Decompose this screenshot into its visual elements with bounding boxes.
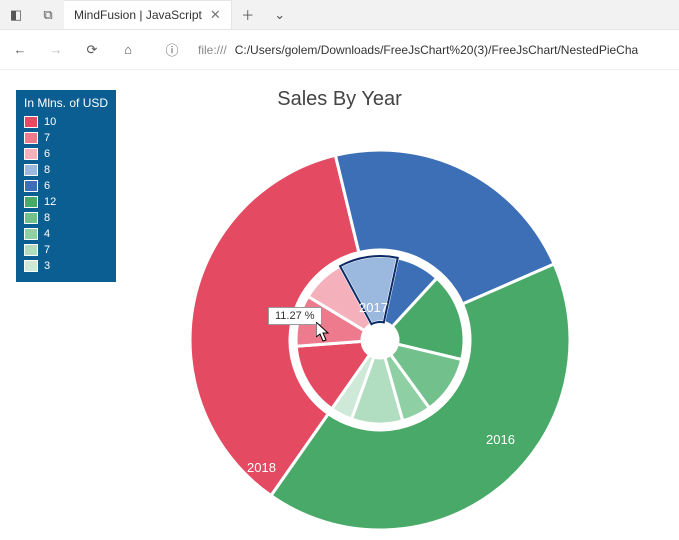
panel-icon[interactable]: ◧: [0, 0, 32, 29]
home-button[interactable]: ⌂: [114, 36, 142, 64]
legend-item: 7: [24, 130, 108, 146]
legend-item: 6: [24, 146, 108, 162]
ring-label: 2016: [486, 432, 515, 447]
legend-label: 8: [44, 162, 50, 178]
legend-label: 8: [44, 210, 50, 226]
legend-swatch: [24, 164, 38, 176]
legend-label: 10: [44, 114, 56, 130]
legend-item: 7: [24, 242, 108, 258]
tab-switch-icon[interactable]: ⧉: [32, 0, 64, 29]
legend-swatch: [24, 244, 38, 256]
browser-titlebar: ◧ ⧉ MindFusion | JavaScript ✕ ＋ ⌄: [0, 0, 679, 30]
chart-legend: In Mlns. of USD 107686128473: [16, 90, 116, 282]
legend-item: 12: [24, 194, 108, 210]
chart-title: Sales By Year: [277, 88, 402, 111]
tabs-menu-icon[interactable]: ⌄: [264, 0, 296, 29]
legend-label: 3: [44, 258, 50, 274]
legend-label: 7: [44, 130, 50, 146]
legend-item: 3: [24, 258, 108, 274]
reload-button[interactable]: ⟳: [78, 36, 106, 64]
ring-label: 2018: [247, 460, 276, 475]
nested-pie-chart[interactable]: [160, 130, 600, 530]
legend-item: 8: [24, 162, 108, 178]
cursor-icon: [316, 322, 332, 342]
close-tab-icon[interactable]: ✕: [210, 7, 221, 23]
site-info-icon[interactable]: ⓘ: [158, 36, 186, 64]
legend-item: 6: [24, 178, 108, 194]
legend-item: 8: [24, 210, 108, 226]
chart-tooltip: 11.27 %: [268, 307, 322, 325]
browser-tab[interactable]: MindFusion | JavaScript ✕: [64, 0, 232, 29]
legend-item: 4: [24, 226, 108, 242]
back-button[interactable]: ←: [6, 36, 34, 64]
legend-title: In Mlns. of USD: [24, 96, 108, 110]
legend-swatch: [24, 116, 38, 128]
tab-title: MindFusion | JavaScript: [74, 8, 202, 22]
url-scheme: file:///: [198, 43, 227, 57]
legend-swatch: [24, 132, 38, 144]
ring-label: 2017: [359, 300, 388, 315]
legend-swatch: [24, 212, 38, 224]
new-tab-button[interactable]: ＋: [232, 0, 264, 29]
forward-button: →: [42, 36, 70, 64]
url-path[interactable]: C:/Users/golem/Downloads/FreeJsChart%20(…: [235, 43, 639, 57]
legend-swatch: [24, 148, 38, 160]
legend-label: 4: [44, 226, 50, 242]
legend-item: 10: [24, 114, 108, 130]
legend-label: 6: [44, 146, 50, 162]
legend-swatch: [24, 180, 38, 192]
legend-swatch: [24, 228, 38, 240]
legend-label: 6: [44, 178, 50, 194]
browser-addressbar: ← → ⟳ ⌂ ⓘ file:/// C:/Users/golem/Downlo…: [0, 30, 679, 70]
legend-swatch: [24, 196, 38, 208]
legend-label: 7: [44, 242, 50, 258]
page-content: Sales By Year In Mlns. of USD 1076861284…: [0, 70, 679, 540]
legend-label: 12: [44, 194, 56, 210]
legend-swatch: [24, 260, 38, 272]
